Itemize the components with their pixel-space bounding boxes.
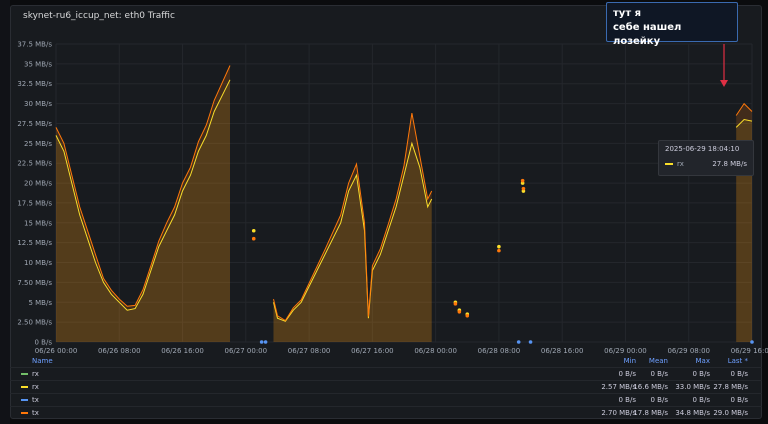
- tooltip-series-swatch: [665, 163, 673, 165]
- legend-mean: 0 B/s: [650, 396, 669, 404]
- legend-min: 2.57 MB/s: [601, 383, 636, 391]
- data-point-rx: [497, 244, 501, 249]
- y-tick-label: 15 MB/s: [24, 219, 52, 227]
- data-point-tx: [453, 302, 458, 306]
- annotation-line-1: тут я: [613, 8, 642, 19]
- y-tick-label: 25 MB/s: [24, 140, 52, 148]
- x-tick-label: 06/28 16:00: [541, 347, 584, 355]
- x-tick-label: 06/29 16:00: [731, 347, 768, 355]
- data-point-tx: [528, 340, 533, 344]
- legend-last: 0 B/s: [730, 396, 749, 404]
- legend-series-name[interactable]: tx: [32, 409, 39, 417]
- data-point-tx: [251, 236, 256, 241]
- y-tick-label: 12.5 MB/s: [17, 239, 52, 247]
- legend-col-mean[interactable]: Mean: [649, 357, 668, 365]
- y-tick-label: 35 MB/s: [24, 60, 52, 68]
- tooltip-value: 27.8 MB/s: [712, 160, 747, 168]
- x-tick-label: 06/27 08:00: [288, 347, 331, 355]
- legend-swatch: [21, 412, 28, 414]
- legend-row[interactable]: tx 2.70 MB/s 17.8 MB/s 34.8 MB/s 29.0 MB…: [10, 406, 762, 418]
- data-point-tx: [520, 178, 525, 183]
- x-tick-label: 06/27 16:00: [351, 347, 394, 355]
- hover-tooltip: 2025-06-29 18:04:10 rx 27.8 MB/s: [658, 140, 754, 176]
- y-tick-label: 20 MB/s: [24, 180, 52, 188]
- y-tick-label: 32.5 MB/s: [17, 80, 52, 88]
- legend-table: Name Min Mean Max Last * rx 0 B/s 0 B/s …: [10, 355, 762, 419]
- y-tick-label: 10 MB/s: [24, 259, 52, 267]
- data-point-tx: [497, 248, 501, 253]
- y-tick-label: 7.50 MB/s: [17, 279, 52, 287]
- legend-series-name[interactable]: rx: [32, 383, 39, 391]
- legend-swatch: [21, 373, 28, 375]
- data-point-rx: [251, 228, 256, 233]
- x-tick-label: 06/29 08:00: [667, 347, 710, 355]
- legend-series-name[interactable]: tx: [32, 396, 39, 404]
- legend-min: 2.70 MB/s: [601, 409, 636, 417]
- y-tick-label: 0 B/s: [35, 339, 53, 347]
- legend-last: 0 B/s: [730, 370, 749, 378]
- tooltip-time: 2025-06-29 18:04:10: [665, 145, 740, 153]
- legend-series-name[interactable]: rx: [32, 370, 39, 378]
- legend-mean: 0 B/s: [650, 370, 669, 378]
- legend-max: 34.8 MB/s: [675, 409, 710, 417]
- x-axis-ticks: 06/26 00:00 06/26 08:00 06/26 16:00 06/27 0…: [35, 347, 768, 355]
- x-tick-label: 06/28 08:00: [478, 347, 521, 355]
- legend-mean: 17.8 MB/s: [633, 409, 668, 417]
- data-point-tx: [750, 340, 754, 344]
- x-tick-label: 06/28 00:00: [414, 347, 457, 355]
- data-point-tx: [259, 340, 264, 344]
- legend-row[interactable]: rx 0 B/s 0 B/s 0 B/s 0 B/s: [10, 367, 762, 379]
- y-tick-label: 22.5 MB/s: [17, 160, 52, 168]
- legend-col-last[interactable]: Last *: [728, 357, 748, 365]
- legend-row[interactable]: rx 2.57 MB/s 16.6 MB/s 33.0 MB/s 27.8 MB…: [10, 380, 762, 392]
- legend-col-name[interactable]: Name: [32, 357, 53, 365]
- annotation-note: тут я себе нашел лозейку: [606, 2, 738, 47]
- legend-header: Name Min Mean Max Last *: [10, 355, 762, 367]
- data-point-tx: [516, 340, 521, 344]
- legend-min: 0 B/s: [618, 370, 637, 378]
- y-axis-ticks: 0 B/s 2.50 MB/s 5 MB/s 7.50 MB/s 10 MB/s 12.5…: [17, 41, 52, 347]
- legend-swatch: [21, 386, 28, 388]
- y-tick-label: 37.5 MB/s: [17, 41, 52, 49]
- legend-max: 0 B/s: [692, 396, 711, 404]
- x-tick-label: 06/26 00:00: [35, 347, 78, 355]
- annotation-arrow: [720, 44, 728, 87]
- x-tick-label: 06/29 00:00: [604, 347, 647, 355]
- data-point-tx: [465, 313, 470, 318]
- legend-row[interactable]: tx 0 B/s 0 B/s 0 B/s 0 B/s: [10, 393, 762, 405]
- annotation-line-2: себе нашел лозейку: [613, 22, 682, 47]
- legend-last: 27.8 MB/s: [713, 383, 748, 391]
- series-areas: [56, 65, 752, 343]
- tooltip-series-name: rx: [677, 160, 684, 168]
- series-area-tx: [56, 65, 230, 342]
- y-tick-label: 5 MB/s: [28, 299, 52, 307]
- legend-mean: 16.6 MB/s: [633, 383, 668, 391]
- legend-max: 0 B/s: [692, 370, 711, 378]
- data-point-tx: [457, 310, 462, 314]
- x-tick-label: 06/26 08:00: [98, 347, 141, 355]
- x-tick-label: 06/26 16:00: [161, 347, 204, 355]
- series-area-tx: [273, 113, 432, 342]
- data-point-tx: [521, 186, 526, 191]
- legend-last: 29.0 MB/s: [713, 409, 748, 417]
- data-point-tx: [263, 340, 268, 344]
- legend-min: 0 B/s: [618, 396, 637, 404]
- y-tick-label: 2.50 MB/s: [17, 319, 52, 327]
- legend-col-max[interactable]: Max: [696, 357, 710, 365]
- y-tick-label: 27.5 MB/s: [17, 120, 52, 128]
- legend-swatch: [21, 399, 28, 401]
- legend-max: 33.0 MB/s: [675, 383, 710, 391]
- legend-col-min[interactable]: Min: [624, 357, 636, 365]
- x-tick-label: 06/27 00:00: [225, 347, 268, 355]
- y-tick-label: 17.5 MB/s: [17, 199, 52, 207]
- y-tick-label: 30 MB/s: [24, 100, 52, 108]
